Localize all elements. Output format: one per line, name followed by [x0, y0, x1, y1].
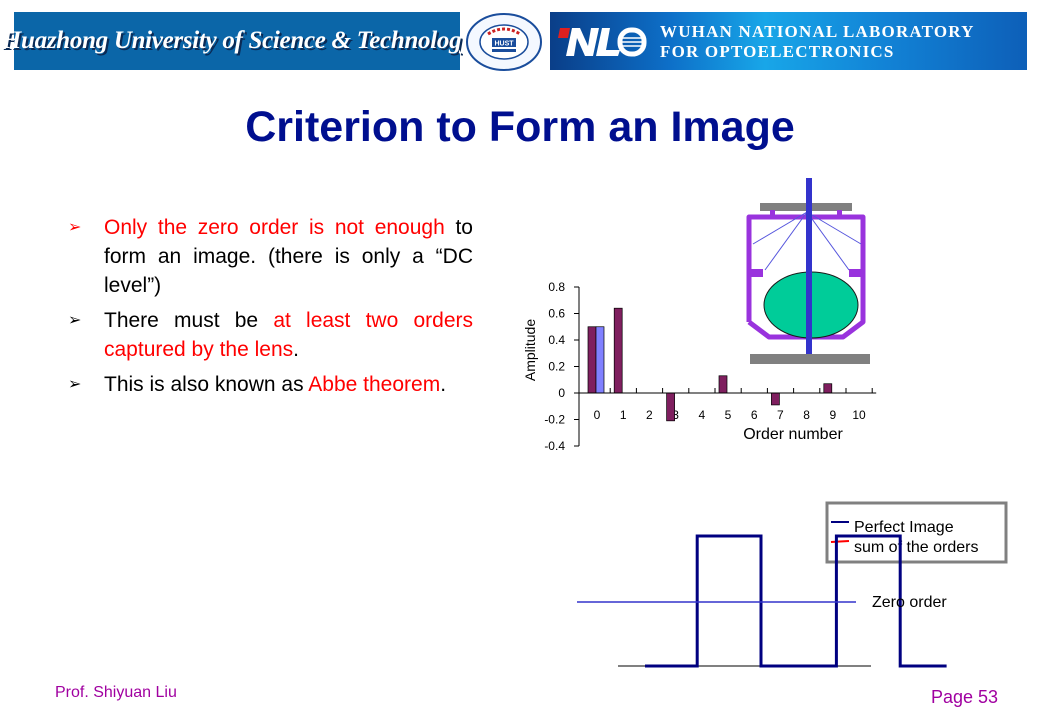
image-reconstruction-chart: Perfect Image sum of the orders Zero ord… — [577, 501, 1008, 668]
bar-order-0 — [587, 326, 597, 394]
bullet-text: . — [440, 373, 447, 396]
arrow-bullet-icon: ➢ — [68, 376, 82, 393]
x-tick-label: 6 — [751, 408, 758, 422]
x-tick-label: 1 — [620, 408, 627, 422]
bullet-text: There must be — [104, 309, 274, 332]
x-tick-label: 5 — [725, 408, 732, 422]
page-number: Page 53 — [931, 687, 999, 707]
bullet-text: . — [293, 338, 299, 361]
y-tick-label: 0.2 — [548, 360, 565, 374]
y-axis-label: Amplitude — [522, 319, 538, 381]
nlo-logo-icon — [558, 27, 647, 57]
y-tick-label: 0.8 — [548, 280, 565, 294]
university-banner: Huazhong University of Science & Technol… — [2, 12, 472, 70]
bar-order-5 — [718, 375, 728, 394]
x-tick-label: 7 — [777, 408, 784, 422]
hust-seal-icon: HUST — [463, 12, 545, 72]
y-tick-label: -0.2 — [544, 413, 565, 427]
arrow-bullet-icon: ➢ — [68, 312, 82, 329]
ray — [806, 211, 850, 271]
bullet-text: This is also known as — [104, 373, 309, 396]
lab-name-line2: FOR OPTOELECTRONICS — [660, 42, 895, 61]
bullet-list: ➢ Only the zero order is not enough to fo… — [68, 213, 473, 405]
legend-swatch-sum-of-orders — [830, 540, 850, 543]
x-tick-label: 10 — [852, 408, 866, 422]
y-tick-label: -0.4 — [544, 439, 565, 453]
order-amplitude-chart: 0.80.60.40.20-0.2-0.4 0 1 2 3 4 5 6 7 8 9 10 Ampli… — [522, 280, 877, 453]
bullet-item: ➢ There must be at least two orders captu… — [68, 306, 473, 364]
arrow-bullet-icon: ➢ — [68, 219, 82, 236]
x-tick-label: 2 — [646, 408, 653, 422]
bar-order-9 — [823, 383, 833, 394]
bullet-emphasis-text: Only the zero order is not enough — [104, 216, 445, 239]
y-tick-label: 0 — [558, 386, 565, 400]
legend-label-sum-of-orders: sum of the orders — [854, 539, 979, 556]
legend-label-perfect-image: Perfect Image — [854, 519, 954, 536]
ray — [764, 211, 808, 271]
x-tick-label: 4 — [698, 408, 705, 422]
bar-order-1 — [613, 307, 623, 394]
bullet-emphasis-text: Abbe theorem — [308, 373, 441, 396]
x-axis-label: Order number — [743, 426, 843, 443]
zero-order-label: Zero order — [872, 594, 947, 611]
lab-banner: WUHAN NATIONAL LABORATORY FOR OPTOELECTR… — [550, 12, 1027, 70]
y-tick-label: 0.6 — [548, 307, 565, 321]
author-footer: Prof. Shiyuan Liu — [55, 684, 177, 701]
bar-order-7 — [771, 392, 780, 406]
y-tick-label: 0.4 — [548, 333, 565, 347]
x-tick-label: 8 — [803, 408, 810, 422]
bullet-item: ➢ This is also known as Abbe theorem. — [68, 370, 473, 399]
seal-text: HUST — [494, 41, 514, 48]
bar-order-3 — [666, 392, 675, 422]
bar-order-0-captured — [595, 326, 605, 394]
x-tick-label: 0 — [594, 408, 601, 422]
bullet-item: ➢ Only the zero order is not enough to fo… — [68, 213, 473, 300]
x-tick-label: 9 — [829, 408, 836, 422]
lab-name-line1: WUHAN NATIONAL LABORATORY — [660, 22, 975, 41]
slide-title: Criterion to Form an Image — [245, 103, 795, 151]
university-name: Huazhong University of Science & Technol… — [1, 27, 473, 54]
